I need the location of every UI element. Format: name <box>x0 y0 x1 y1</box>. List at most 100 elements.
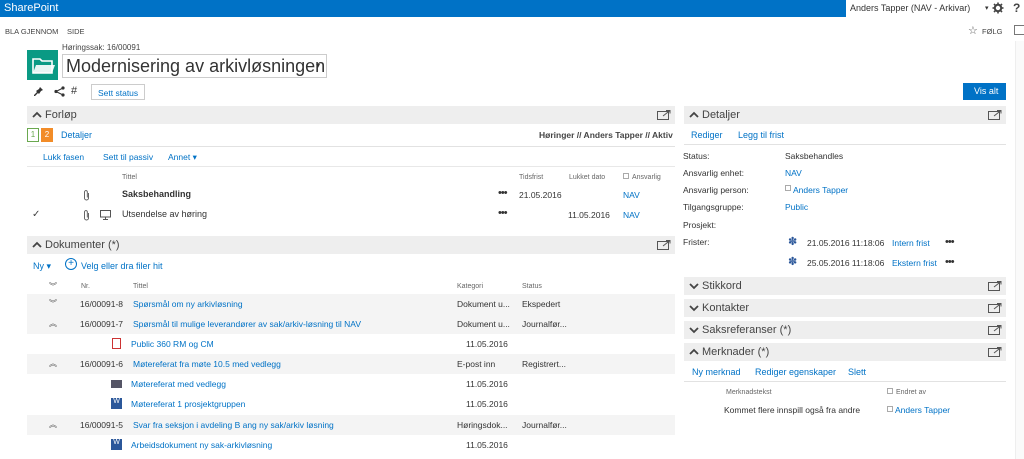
sharepoint-brand[interactable]: SharePoint <box>4 2 58 14</box>
set-passive-button[interactable]: Sett til passiv <box>103 152 153 162</box>
note-author-link[interactable]: Anders Tapper <box>895 405 950 415</box>
chevron-down-icon[interactable]: ▾ <box>985 4 989 12</box>
details-header[interactable]: Detaljer <box>684 106 1006 124</box>
chevron-down-icon[interactable] <box>689 325 699 335</box>
follow-button[interactable]: FØLG <box>982 27 1002 36</box>
file-title[interactable]: Public 360 RM og CM <box>131 339 214 349</box>
edit-properties-button[interactable]: Rediger egenskaper <box>755 367 836 377</box>
access-group-link[interactable]: Public <box>785 202 808 212</box>
task-deadline: 21.05.2016 <box>519 190 562 200</box>
collapse-up-icon[interactable]: ︽ <box>49 358 57 369</box>
task-responsible[interactable]: NAV <box>623 190 640 200</box>
deadline-link[interactable]: Intern frist <box>892 238 930 248</box>
popout-icon[interactable] <box>988 110 1002 120</box>
chevron-down-icon[interactable] <box>689 303 699 313</box>
table-row[interactable]: Saksbehandling ••• 21.05.2016 NAV <box>27 185 675 205</box>
table-row[interactable]: ︽ 16/00091-6 Møtereferat fra møte 10.5 m… <box>27 354 675 374</box>
table-row[interactable]: ︾ 16/00091-8 Spørsmål om ny arkivløsning… <box>27 294 675 314</box>
set-status-button[interactable]: Sett status <box>91 84 145 100</box>
deadline-link[interactable]: Ekstern frist <box>892 258 937 268</box>
popout-icon[interactable] <box>988 303 1002 313</box>
more-options-icon[interactable]: ••• <box>945 256 955 268</box>
new-document-button[interactable]: Ny ▾ <box>33 261 51 272</box>
more-menu-button[interactable]: Annet ▾ <box>168 152 197 163</box>
forlop-header[interactable]: Forløp <box>27 106 675 124</box>
collapse-up-icon[interactable]: ︽ <box>49 419 57 430</box>
expand-all-icon[interactable]: ︾ <box>49 281 57 292</box>
title-dropdown[interactable]: Modernisering av arkivløsningen ▾ <box>62 54 327 78</box>
doc-title[interactable]: Svar fra seksjon i avdeling B ang ny sak… <box>133 420 334 430</box>
task-responsible[interactable]: NAV <box>623 210 640 220</box>
more-options-icon[interactable]: ••• <box>945 236 955 248</box>
file-row[interactable]: Møtereferat med vedlegg 11.05.2016 <box>27 374 675 394</box>
file-title[interactable]: Møtereferat med vedlegg <box>131 379 226 389</box>
add-deadline-button[interactable]: Legg til frist <box>738 130 784 140</box>
star-icon[interactable]: ☆ <box>968 24 978 37</box>
responsible-unit-link[interactable]: NAV <box>785 168 802 178</box>
divider <box>684 381 1006 382</box>
responsible-person-link[interactable]: Anders Tapper <box>793 185 848 195</box>
collapse-up-icon[interactable]: ︽ <box>49 318 57 329</box>
chevron-up-icon[interactable] <box>689 110 699 120</box>
more-options-icon[interactable]: ••• <box>498 207 508 219</box>
documents-header[interactable]: Dokumenter (*) <box>27 236 675 254</box>
expand-down-icon[interactable]: ︾ <box>49 298 57 309</box>
case-number-label: Høringssak: 16/00091 <box>62 43 141 52</box>
table-row[interactable]: ︽ 16/00091-7 Spørsmål til mulige leveran… <box>27 314 675 334</box>
case-references-header[interactable]: Saksreferanser (*) <box>684 321 1006 339</box>
tab-browse[interactable]: BLA GJENNOM <box>5 27 58 36</box>
close-phase-button[interactable]: Lukk fasen <box>43 152 84 162</box>
user-menu[interactable]: Anders Tapper (NAV - Arkivar) <box>850 3 970 13</box>
task-title[interactable]: Saksbehandling <box>122 189 191 199</box>
note-row[interactable]: Kommet flere innspill også fra andre And… <box>684 400 1006 420</box>
chevron-down-icon[interactable] <box>689 281 699 291</box>
checkbox-icon <box>623 173 629 179</box>
popout-icon[interactable] <box>988 347 1002 357</box>
doc-title[interactable]: Spørsmål til mulige leverandører av sak/… <box>133 319 361 329</box>
chevron-up-icon[interactable] <box>32 110 42 120</box>
tab-page[interactable]: SIDE <box>67 27 85 36</box>
details-link[interactable]: Detaljer <box>61 130 92 140</box>
doc-title[interactable]: Spørsmål om ny arkivløsning <box>133 299 243 309</box>
delete-note-button[interactable]: Slett <box>848 367 866 377</box>
plus-circle-icon[interactable]: + <box>65 258 77 270</box>
step-1[interactable]: 1 <box>27 128 39 142</box>
gear-icon[interactable] <box>992 2 1004 14</box>
file-title[interactable]: Arbeidsdokument ny sak-arkivløsning <box>131 440 272 450</box>
keywords-header[interactable]: Stikkord <box>684 277 1006 295</box>
field-label: Tilgangsgruppe: <box>683 202 744 212</box>
upload-files-link[interactable]: Velg eller dra filer hit <box>81 261 163 271</box>
popout-icon[interactable] <box>657 110 671 120</box>
hash-icon[interactable]: # <box>71 85 77 97</box>
chevron-up-icon[interactable] <box>32 240 42 250</box>
table-row[interactable]: ✓ Utsendelse av høring ••• 11.05.2016 NA… <box>27 205 675 225</box>
table-row[interactable]: ︽ 16/00091-5 Svar fra seksjon i avdeling… <box>27 415 675 435</box>
file-title[interactable]: Møtereferat 1 prosjektgruppen <box>131 399 245 409</box>
chevron-up-icon[interactable] <box>689 347 699 357</box>
notes-title: Merknader (*) <box>702 346 770 358</box>
step-2[interactable]: 2 <box>41 128 53 142</box>
task-closed-date: 11.05.2016 <box>568 210 610 220</box>
popout-icon[interactable] <box>988 281 1002 291</box>
popout-icon[interactable] <box>988 325 1002 335</box>
scrollbar[interactable] <box>1015 41 1024 459</box>
show-all-button[interactable]: Vis alt <box>963 83 1006 100</box>
field-label: Frister: <box>683 237 710 247</box>
share-icon[interactable] <box>54 86 65 97</box>
edit-details-button[interactable]: Rediger <box>691 130 723 140</box>
notes-header[interactable]: Merknader (*) <box>684 343 1006 361</box>
task-title[interactable]: Utsendelse av høring <box>122 209 207 219</box>
popout-icon[interactable] <box>657 240 671 250</box>
doc-category: Dokument u... <box>457 299 510 309</box>
file-row[interactable]: W Arbeidsdokument ny sak-arkivløsning 11… <box>27 435 675 455</box>
divider <box>27 166 675 167</box>
file-row[interactable]: W Møtereferat 1 prosjektgruppen 11.05.20… <box>27 394 675 414</box>
more-options-icon[interactable]: ••• <box>498 187 508 199</box>
focus-content-icon[interactable] <box>1014 25 1024 35</box>
new-note-button[interactable]: Ny merknad <box>692 367 741 377</box>
file-row[interactable]: Public 360 RM og CM 11.05.2016 <box>27 334 675 354</box>
doc-title[interactable]: Møtereferat fra møte 10.5 med vedlegg <box>133 359 281 369</box>
help-icon[interactable]: ? <box>1013 1 1020 15</box>
contacts-header[interactable]: Kontakter <box>684 299 1006 317</box>
pin-icon[interactable] <box>33 86 44 97</box>
